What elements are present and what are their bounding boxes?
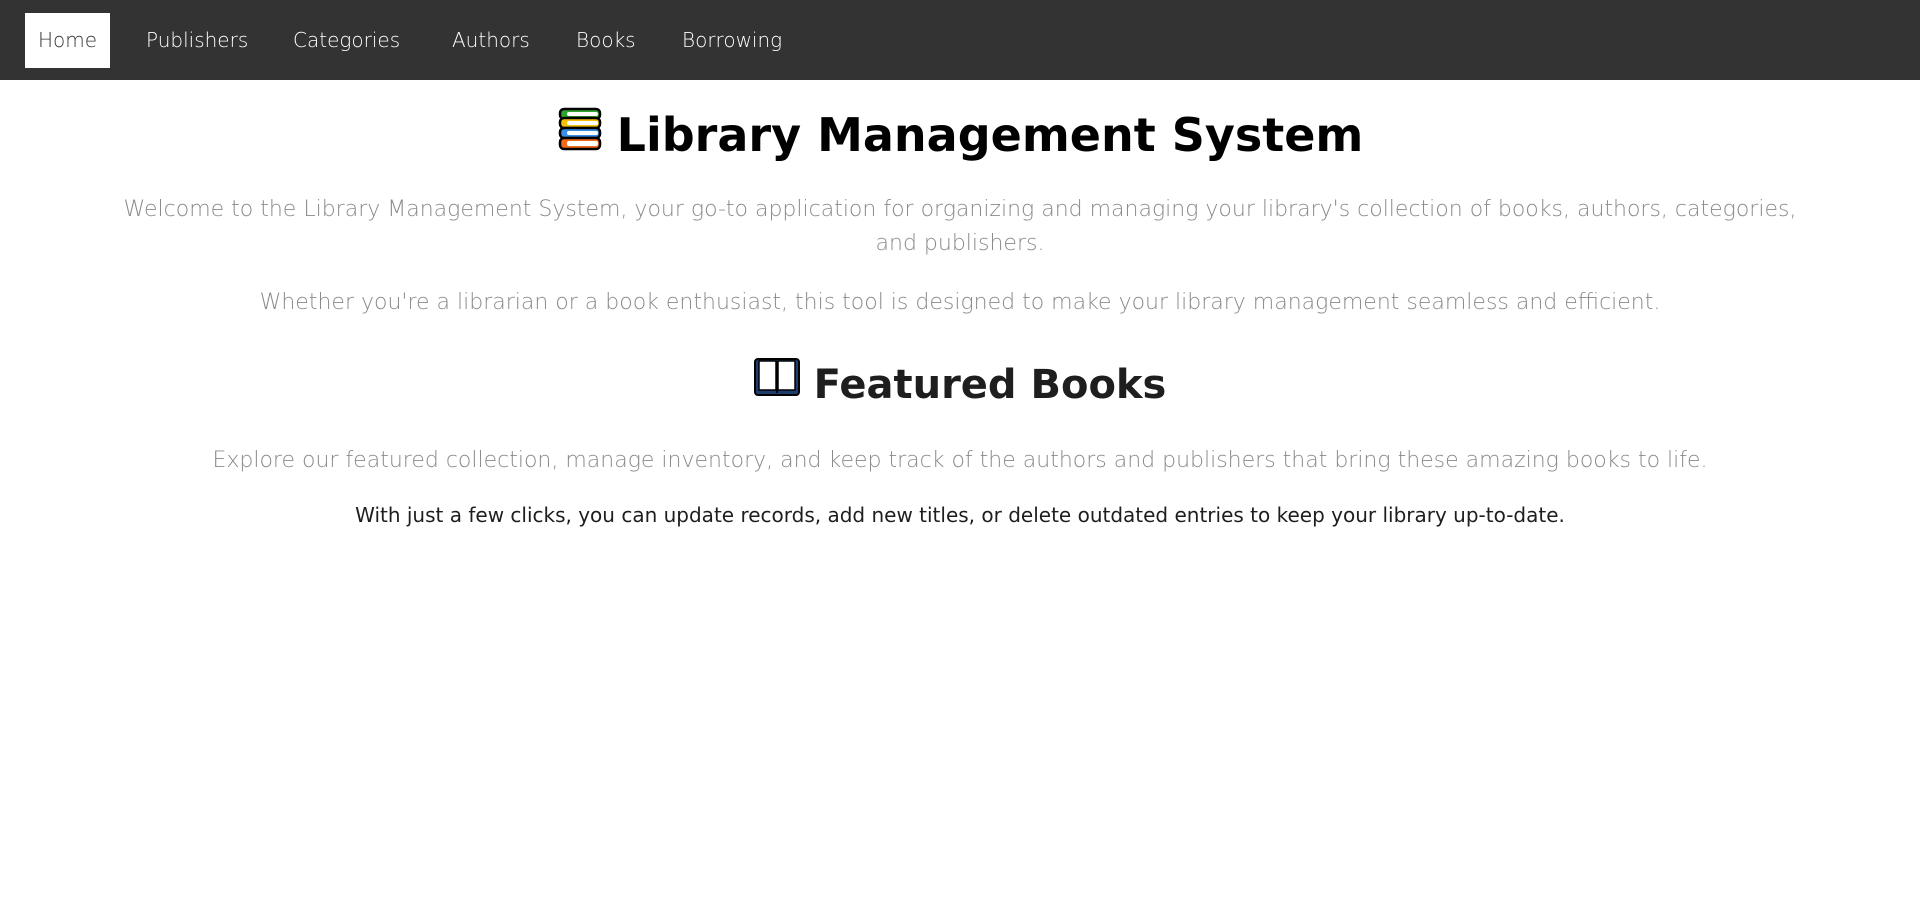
featured-title: Featured Books (813, 362, 1167, 408)
nav-authors[interactable]: Authors (452, 13, 530, 68)
page-title-row: Library Management System (0, 107, 1920, 168)
open-book-icon (753, 356, 800, 410)
nav-categories[interactable]: Categories (293, 13, 400, 68)
featured-title-row: Featured Books (0, 358, 1920, 414)
subtext-paragraph: Whether you're a librarian or a book ent… (259, 290, 1661, 315)
intro-paragraph: Welcome to the Library Management System… (123, 197, 1797, 256)
nav-books[interactable]: Books (576, 13, 636, 68)
featured-description: Explore our featured collection, manage … (212, 448, 1708, 473)
books-stack-icon (557, 106, 603, 164)
nav-borrowing[interactable]: Borrowing (682, 13, 782, 68)
nav-publishers[interactable]: Publishers (146, 13, 248, 68)
featured-note: With just a few clicks, you can update r… (355, 503, 1565, 527)
top-navbar: Home Publishers Categories Authors Books… (0, 0, 1920, 80)
nav-home[interactable]: Home (25, 13, 111, 68)
page-title: Library Management System (616, 108, 1364, 162)
